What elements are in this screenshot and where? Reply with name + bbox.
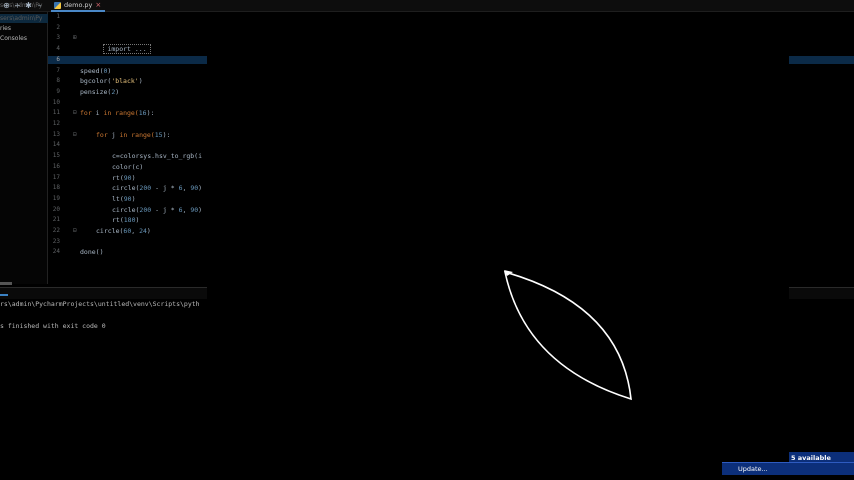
fold-icon[interactable]: ⊟ [73, 226, 77, 237]
line-number: 23 [52, 237, 60, 245]
code-line-21: rt(180) [112, 216, 140, 225]
active-indicator [0, 294, 8, 296]
update-button[interactable]: Update... [722, 462, 854, 475]
run-command-line: rs\admin\PycharmProjects\untitled\venv\S… [0, 300, 200, 308]
code-line-9: pensize(2) [80, 87, 120, 96]
project-root-item[interactable]: sers\admin\Py [0, 14, 48, 23]
turtle-canvas [503, 270, 632, 401]
line-number: 11 [52, 109, 60, 117]
line-number: 12 [52, 120, 60, 127]
fold-icon[interactable]: ⊟ [73, 130, 77, 141]
code-line-20: circle(200 - j * 6, 90) [112, 205, 203, 214]
code-line-15: c=colorsys.hsv_to_rgb(i [112, 152, 203, 161]
line-number: 21 [52, 216, 60, 224]
folded-import[interactable]: import ... [103, 44, 151, 55]
code-line-22: circle(60, 24) [96, 227, 151, 235]
line-number: 16 [52, 162, 60, 170]
gear-icon[interactable]: ✱ [24, 1, 33, 10]
code-line-16: color(c) [112, 162, 144, 171]
line-number: 17 [52, 173, 60, 181]
line-number: 9 [56, 87, 60, 95]
line-number: 6 [56, 55, 60, 63]
globe-icon[interactable]: ⊕ [2, 1, 11, 10]
python-file-icon [54, 1, 61, 9]
project-item-consoles[interactable]: Consoles [0, 34, 27, 43]
line-number: 14 [52, 141, 60, 149]
line-number: 2 [56, 23, 60, 31]
line-number: 7 [56, 66, 60, 74]
turtle-graphics-window[interactable] [207, 18, 789, 480]
line-number: 18 [52, 184, 60, 192]
line-number: 19 [52, 194, 60, 202]
caret-line-highlight-right [789, 58, 854, 64]
project-panel: sers\admin\Py ries Consoles [0, 12, 48, 284]
line-number: 22 [52, 227, 60, 234]
project-item-label: ries [0, 25, 11, 32]
code-line-19: lt(90) [112, 194, 136, 203]
code-line-3: import ... [80, 33, 151, 55]
project-root-path: sers\admin\Py [0, 15, 43, 22]
collapse-icon[interactable]: ÷ [13, 1, 22, 10]
line-number: 4 [56, 45, 60, 53]
line-number: 24 [52, 248, 60, 256]
tab-label: demo.py [64, 1, 93, 9]
code-line-11: for i in range(16): [80, 109, 155, 118]
project-item-label: Consoles [0, 35, 27, 42]
project-item-libraries[interactable]: ries [0, 24, 11, 33]
close-tab-icon[interactable]: × [95, 1, 101, 9]
line-number: 3 [56, 34, 60, 42]
update-notification: 5 available Update... [722, 451, 854, 475]
code-line-7: speed(0) [80, 66, 112, 75]
line-number: 10 [52, 98, 60, 106]
tab-demo-py[interactable]: demo.py × [51, 0, 106, 12]
run-panel-header-right [789, 287, 854, 299]
line-gutter: 1 2 3 4 6 7 8 9 10 11 12 13 14 15 16 17 … [48, 12, 77, 284]
line-number: 15 [52, 152, 60, 160]
fold-icon[interactable]: ⊞ [73, 33, 77, 44]
exit-code-line: s finished with exit code 0 [0, 322, 106, 330]
code-line-8: bgcolor('black') [80, 77, 143, 86]
code-line-17: rt(90) [112, 173, 136, 182]
horizontal-scrollbar[interactable] [0, 282, 12, 285]
line-number: 8 [56, 77, 60, 85]
minimize-icon[interactable]: – [35, 1, 44, 10]
line-number: 13 [52, 130, 60, 138]
code-line-13: for j in range(15): [96, 130, 171, 139]
line-number: 20 [52, 205, 60, 213]
fold-icon[interactable]: ⊟ [73, 108, 77, 119]
turtle-petal [503, 270, 632, 401]
code-line-24: done() [80, 248, 104, 257]
code-line-18: circle(200 - j * 6, 90) [112, 184, 203, 193]
line-number: 1 [56, 13, 60, 20]
tab-bar: sers\admin\Py ⊕ ÷ ✱ – demo.py × [0, 0, 854, 12]
